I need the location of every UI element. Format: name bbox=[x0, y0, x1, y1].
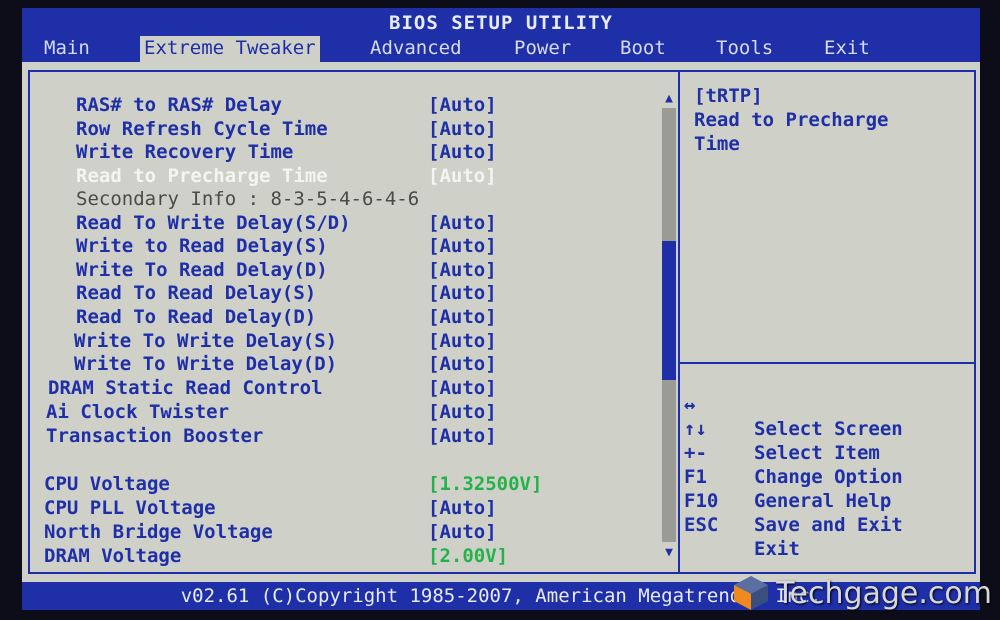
tab-extreme-tweaker[interactable]: Extreme Tweaker bbox=[140, 36, 320, 62]
scroll-down-icon[interactable]: ▼ bbox=[662, 546, 676, 560]
key-hint-label: Exit bbox=[754, 538, 800, 560]
key-hint-label: Save and Exit bbox=[754, 514, 903, 536]
setting-value[interactable]: [Auto] bbox=[428, 94, 497, 116]
tab-main[interactable]: Main bbox=[40, 36, 94, 62]
setting-value[interactable]: [Auto] bbox=[428, 306, 497, 328]
key-hint-general-help: F1 General Help bbox=[680, 441, 970, 512]
bios-screen: BIOS SETUP UTILITY Main Extreme Tweaker … bbox=[0, 0, 1000, 620]
setting-label: Ai Clock Twister bbox=[46, 401, 230, 423]
setting-value[interactable]: [Auto] bbox=[428, 330, 497, 352]
key-hint-change-option: +- Change Option bbox=[680, 417, 970, 488]
bios-title: BIOS SETUP UTILITY bbox=[22, 8, 980, 36]
setting-value[interactable]: [Auto] bbox=[428, 118, 497, 140]
setting-value[interactable]: [Auto] bbox=[428, 141, 497, 163]
watermark-text: Techgage.com bbox=[776, 575, 992, 611]
setting-row[interactable]: DRAM Static Read Control [Auto] bbox=[30, 377, 650, 399]
setting-row[interactable]: Write To Read Delay(D) [Auto] bbox=[30, 259, 650, 281]
setting-row[interactable]: Read To Read Delay(S) [Auto] bbox=[30, 282, 650, 304]
key-hint-select-screen: ↔ Select Screen bbox=[680, 369, 970, 440]
setting-value[interactable]: [Auto] bbox=[428, 401, 497, 423]
techgage-logo-icon bbox=[734, 576, 769, 610]
settings-body: RAS# to RAS# Delay [Auto] Row Refresh Cycl… bbox=[22, 62, 980, 582]
setting-label: RAS# to RAS# Delay bbox=[76, 94, 282, 116]
setting-row[interactable]: RAS# to RAS# Delay [Auto] bbox=[30, 94, 650, 116]
setting-row[interactable]: Read to Precharge Time [Auto] bbox=[30, 165, 650, 187]
setting-label: Write to Read Delay(S) bbox=[76, 235, 328, 257]
tab-advanced[interactable]: Advanced bbox=[366, 36, 466, 62]
setting-value[interactable]: [Auto] bbox=[428, 377, 497, 399]
help-panel: [tRTP] Read to Precharge Time ↔ Select S… bbox=[678, 70, 976, 574]
setting-row[interactable]: Read To Read Delay(D) [Auto] bbox=[30, 306, 650, 328]
tab-tools[interactable]: Tools bbox=[712, 36, 777, 62]
setting-value[interactable]: [1.32500V] bbox=[428, 473, 542, 495]
setting-label: Read To Write Delay(S/D) bbox=[76, 212, 351, 234]
setting-row[interactable]: Ai Clock Twister [Auto] bbox=[30, 401, 650, 423]
setting-value[interactable]: [Auto] bbox=[428, 497, 497, 519]
tab-exit[interactable]: Exit bbox=[820, 36, 874, 62]
setting-row[interactable]: Write To Write Delay(D) [Auto] bbox=[30, 353, 650, 375]
setting-row[interactable]: Transaction Booster [Auto] bbox=[30, 425, 650, 447]
setting-row[interactable]: DRAM Voltage [2.00V] bbox=[30, 545, 650, 567]
setting-value[interactable]: [Auto] bbox=[428, 425, 497, 447]
setting-row[interactable]: Write to Read Delay(S) [Auto] bbox=[30, 235, 650, 257]
key-hint-save-exit: F10 Save and Exit bbox=[680, 465, 970, 536]
setting-label: DRAM Static Read Control bbox=[48, 377, 323, 399]
setting-row[interactable]: CPU Voltage [1.32500V] bbox=[30, 473, 650, 495]
setting-row[interactable]: CPU PLL Voltage [Auto] bbox=[30, 497, 650, 519]
setting-row[interactable]: Row Refresh Cycle Time [Auto] bbox=[30, 118, 650, 140]
setting-label: Read to Precharge Time bbox=[76, 165, 328, 187]
menu-bar: Main Extreme Tweaker Advanced Power Boot… bbox=[22, 36, 980, 62]
help-line-3: Time bbox=[694, 133, 740, 155]
esc-key: ESC bbox=[684, 514, 719, 536]
scroll-up-icon[interactable]: ▲ bbox=[662, 92, 676, 106]
setting-value[interactable]: [Auto] bbox=[428, 165, 497, 187]
setting-label: North Bridge Voltage bbox=[44, 521, 273, 543]
setting-label: Write To Write Delay(D) bbox=[74, 353, 338, 375]
help-line-1: [tRTP] bbox=[694, 85, 763, 107]
setting-label: Row Refresh Cycle Time bbox=[76, 118, 328, 140]
setting-label: Read To Read Delay(D) bbox=[76, 306, 317, 328]
setting-label: Read To Read Delay(S) bbox=[76, 282, 317, 304]
setting-value[interactable]: [Auto] bbox=[428, 282, 497, 304]
setting-label: DRAM Voltage bbox=[44, 545, 182, 567]
setting-label: CPU Voltage bbox=[44, 473, 170, 495]
watermark: Techgage.com bbox=[732, 572, 992, 614]
setting-row[interactable]: North Bridge Voltage [Auto] bbox=[30, 521, 650, 543]
tab-power[interactable]: Power bbox=[510, 36, 575, 62]
help-line-2: Read to Precharge bbox=[694, 109, 889, 131]
setting-label: Write Recovery Time bbox=[76, 141, 294, 163]
setting-row[interactable]: Write Recovery Time [Auto] bbox=[30, 141, 650, 163]
setting-value[interactable]: [Auto] bbox=[428, 521, 497, 543]
settings-panel: RAS# to RAS# Delay [Auto] Row Refresh Cycl… bbox=[28, 70, 680, 574]
setting-value[interactable]: [Auto] bbox=[428, 259, 497, 281]
secondary-info: Secondary Info : 8-3-5-4-6-4-6 bbox=[30, 188, 650, 210]
setting-value[interactable]: [2.00V] bbox=[428, 545, 508, 567]
scrollbar-track[interactable] bbox=[662, 108, 676, 542]
help-divider bbox=[680, 362, 974, 364]
tab-boot[interactable]: Boot bbox=[616, 36, 670, 62]
setting-label: CPU PLL Voltage bbox=[44, 497, 216, 519]
scrollbar-thumb[interactable] bbox=[662, 241, 676, 380]
setting-label: Write To Read Delay(D) bbox=[76, 259, 328, 281]
setting-label: Secondary Info : 8-3-5-4-6-4-6 bbox=[76, 188, 420, 210]
setting-label: Transaction Booster bbox=[46, 425, 264, 447]
setting-row[interactable]: Write To Write Delay(S) [Auto] bbox=[30, 330, 650, 352]
setting-label: Write To Write Delay(S) bbox=[74, 330, 338, 352]
key-hint-exit: ESC Exit bbox=[680, 489, 970, 560]
setting-value[interactable]: [Auto] bbox=[428, 212, 497, 234]
setting-row[interactable]: Read To Write Delay(S/D) [Auto] bbox=[30, 212, 650, 234]
setting-value[interactable]: [Auto] bbox=[428, 235, 497, 257]
setting-value[interactable]: [Auto] bbox=[428, 353, 497, 375]
key-hint-select-item: ↑↓ Select Item bbox=[680, 393, 970, 464]
